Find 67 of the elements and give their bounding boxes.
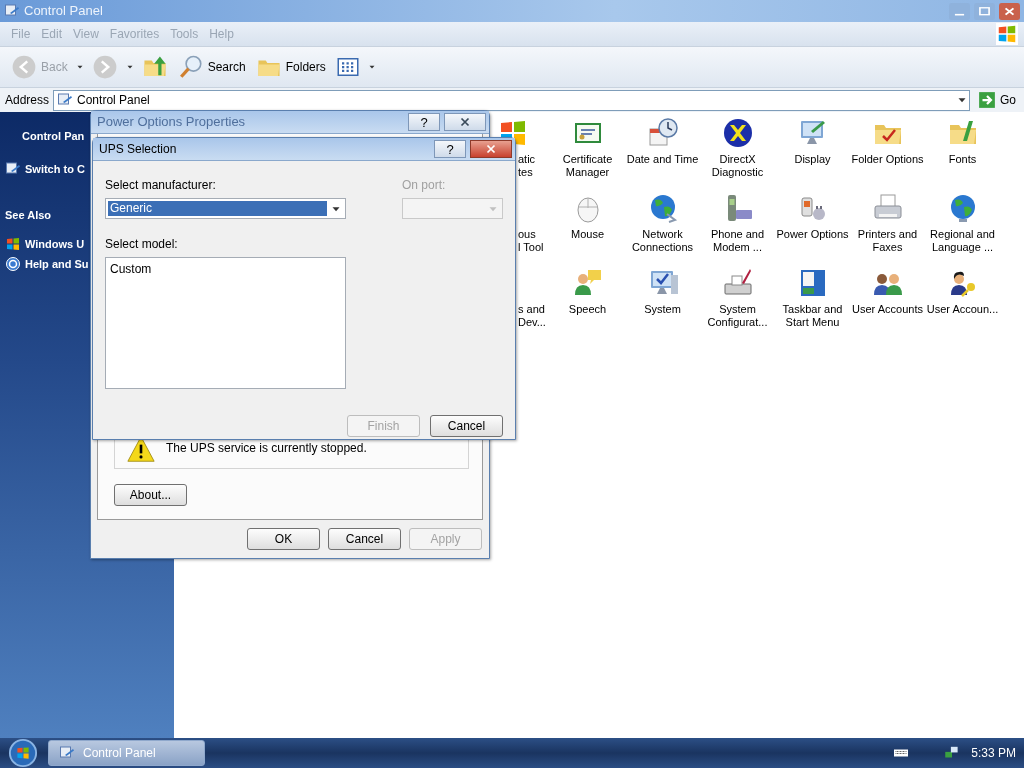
icon-label[interactable]: Regional and Language ... (925, 228, 1000, 254)
dialog-button[interactable]: OK (247, 528, 320, 550)
close-button[interactable] (470, 140, 512, 158)
windows-logo-icon (5, 235, 21, 252)
address-field[interactable]: Control Panel (53, 89, 970, 111)
search-button[interactable]: Search (174, 52, 249, 82)
icon-label: ous l Tool (518, 228, 544, 254)
back-icon (11, 54, 37, 80)
close-button[interactable] (999, 2, 1020, 20)
address-label: Address (5, 92, 50, 109)
icon-label[interactable]: Taskbar and Start Menu (775, 303, 850, 329)
about-button[interactable]: About... (114, 484, 187, 506)
model-list[interactable]: Custom (105, 257, 346, 389)
icon-label[interactable]: User Accounts (850, 303, 925, 316)
icon-label[interactable]: Mouse (550, 228, 625, 241)
close-icon (458, 115, 472, 129)
window-title: Control Panel (24, 2, 103, 21)
dialog-title: Power Options Properties (97, 113, 247, 132)
sidebar-link[interactable]: Windows U (0, 235, 85, 252)
icon-label[interactable]: Power Options (775, 228, 850, 241)
control-panel-icon (59, 745, 75, 761)
icon-label: atic tes (518, 153, 536, 179)
help-button[interactable]: ? (408, 113, 440, 131)
model-label: Select model: (105, 236, 179, 253)
dialog-button[interactable]: Cancel (430, 415, 503, 437)
port-label: On port: (402, 177, 447, 194)
icon-label[interactable]: Phone and Modem ... (700, 228, 775, 254)
help-button[interactable]: ? (434, 140, 466, 158)
close-button[interactable] (444, 113, 486, 131)
windows-logo-icon (996, 23, 1018, 45)
folders-button[interactable]: Folders (252, 52, 329, 82)
control-panel-icon (4, 3, 20, 19)
clock: 5:33 PM (971, 745, 1016, 762)
calendar-clock-icon[interactable] (646, 117, 679, 149)
dialog-button[interactable]: Cancel (328, 528, 401, 550)
go-button[interactable]: Go (974, 91, 1020, 109)
manufacturer-dropdown[interactable]: Generic (105, 198, 346, 219)
forward-icon (91, 54, 118, 80)
icon-label[interactable]: User Accoun... (925, 303, 1000, 316)
list-item[interactable]: Custom (109, 260, 342, 278)
icon-label[interactable]: Network Connections (625, 228, 700, 254)
x-badge-icon[interactable] (721, 117, 754, 149)
manufacturer-label: Select manufacturer: (105, 177, 217, 194)
icon-label[interactable]: Certificate Manager (550, 153, 625, 179)
icon-label[interactable]: DirectX Diagnostic (700, 153, 775, 179)
icon-label[interactable]: Speech (550, 303, 625, 316)
icon-label[interactable]: Fonts (925, 153, 1000, 166)
close-icon (484, 142, 498, 156)
icon-label[interactable]: System Configurat... (700, 303, 775, 329)
see-also-heading: See Also (5, 209, 52, 221)
sidebar-link[interactable]: Help and Su (0, 256, 89, 273)
help-icon (5, 256, 21, 273)
control-panel-icon (57, 92, 74, 108)
dialog-title: UPS Selection (99, 141, 178, 158)
switch-view-link[interactable]: Switch to C (0, 160, 85, 177)
go-icon (978, 91, 996, 109)
icon-label: s and Dev... (518, 303, 546, 329)
search-icon (177, 54, 204, 80)
start-button[interactable] (8, 738, 38, 768)
control-panel-icon (5, 160, 21, 177)
sidebar-title: Control Pan (22, 130, 85, 142)
icon-label[interactable]: Date and Time (625, 153, 700, 166)
icon-label[interactable]: Printers and Faxes (850, 228, 925, 254)
icon-label[interactable]: Folder Options (850, 153, 925, 166)
status-text: The UPS service is currently stopped. (166, 440, 367, 457)
icon-label[interactable]: Display (775, 153, 850, 166)
icon-label[interactable]: System (625, 303, 700, 316)
